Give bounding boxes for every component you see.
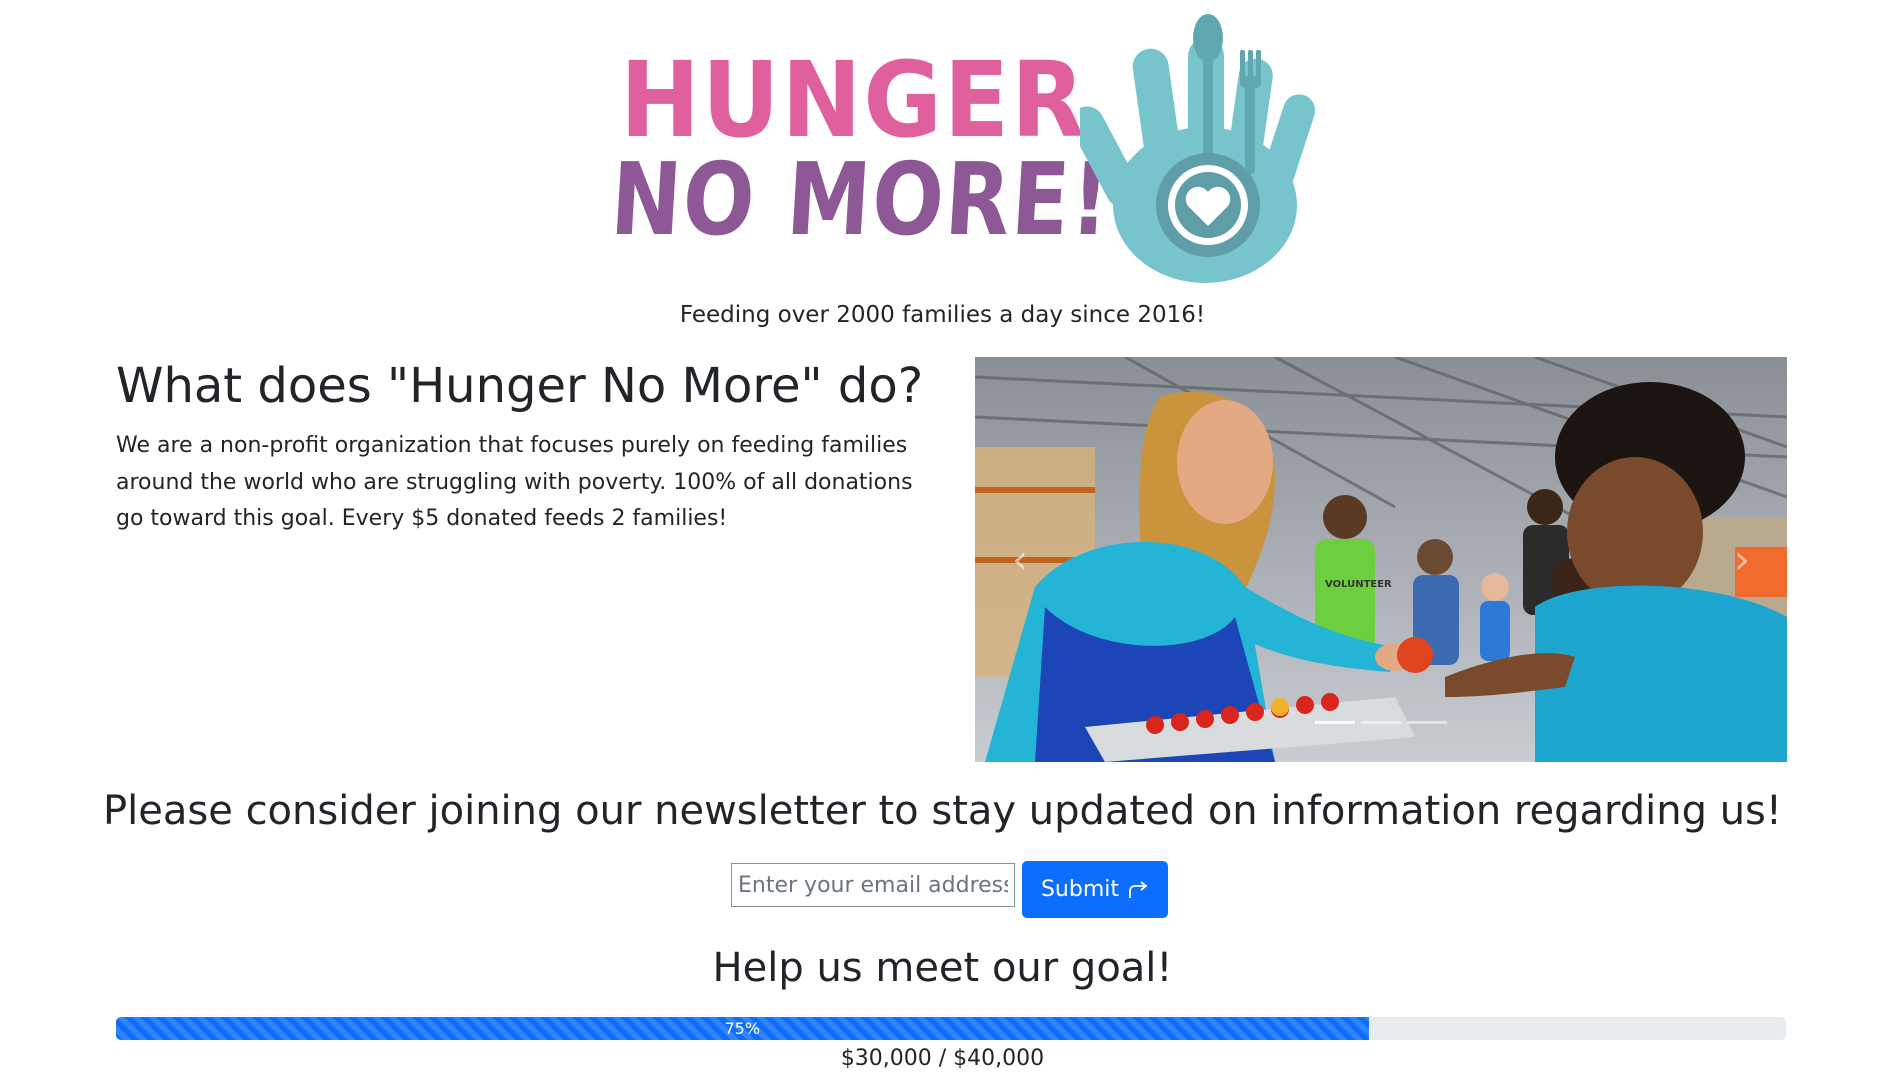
volunteers-serving-food-photo: VOLUNTEER — [975, 357, 1787, 762]
hand-with-fork-spoon-heart-icon — [1080, 14, 1315, 283]
hunger-no-more-logo: HUNGER NO MORE! — [607, 10, 1315, 285]
about-description: We are a non-profit organization that fo… — [116, 433, 913, 531]
chevron-left-icon: ‹ — [1012, 536, 1028, 583]
donation-progress-bar: 75% — [116, 1017, 1786, 1040]
carousel-indicators — [975, 721, 1787, 724]
progress-percent-label: 75% — [724, 1019, 761, 1038]
image-carousel[interactable]: VOLUNTEER ‹ › — [975, 357, 1787, 762]
logo-text-no-more: NO MORE! — [607, 141, 1115, 258]
donation-progress-fill: 75% — [116, 1017, 1369, 1040]
carousel-prev-button[interactable]: ‹ — [975, 357, 1065, 762]
newsletter-heading: Please consider joining our newsletter t… — [103, 788, 1782, 834]
logo-text-hunger: HUNGER — [620, 39, 1087, 161]
apron-text: VOLUNTEER — [1325, 579, 1392, 590]
chevron-right-icon: › — [1734, 536, 1750, 583]
about-heading: What does "Hunger No More" do? — [116, 358, 924, 414]
goal-heading: Help us meet our goal! — [712, 945, 1173, 991]
submit-button-label: Submit — [1040, 877, 1120, 902]
carousel-indicator-2[interactable] — [1361, 721, 1401, 724]
page: HUNGER NO MORE! Feeding over 2000 famili… — [0, 0, 1885, 1080]
goal-amount: $30,000 / $40,000 — [840, 1046, 1045, 1071]
submit-button[interactable]: Submit — [1022, 861, 1168, 918]
carousel-indicator-3[interactable] — [1407, 721, 1447, 724]
share-arrow-icon — [1129, 880, 1148, 898]
tagline: Feeding over 2000 families a day since 2… — [679, 302, 1206, 328]
carousel-next-button[interactable]: › — [1697, 357, 1787, 762]
email-input[interactable] — [731, 863, 1015, 907]
carousel-indicator-1[interactable] — [1315, 721, 1355, 724]
